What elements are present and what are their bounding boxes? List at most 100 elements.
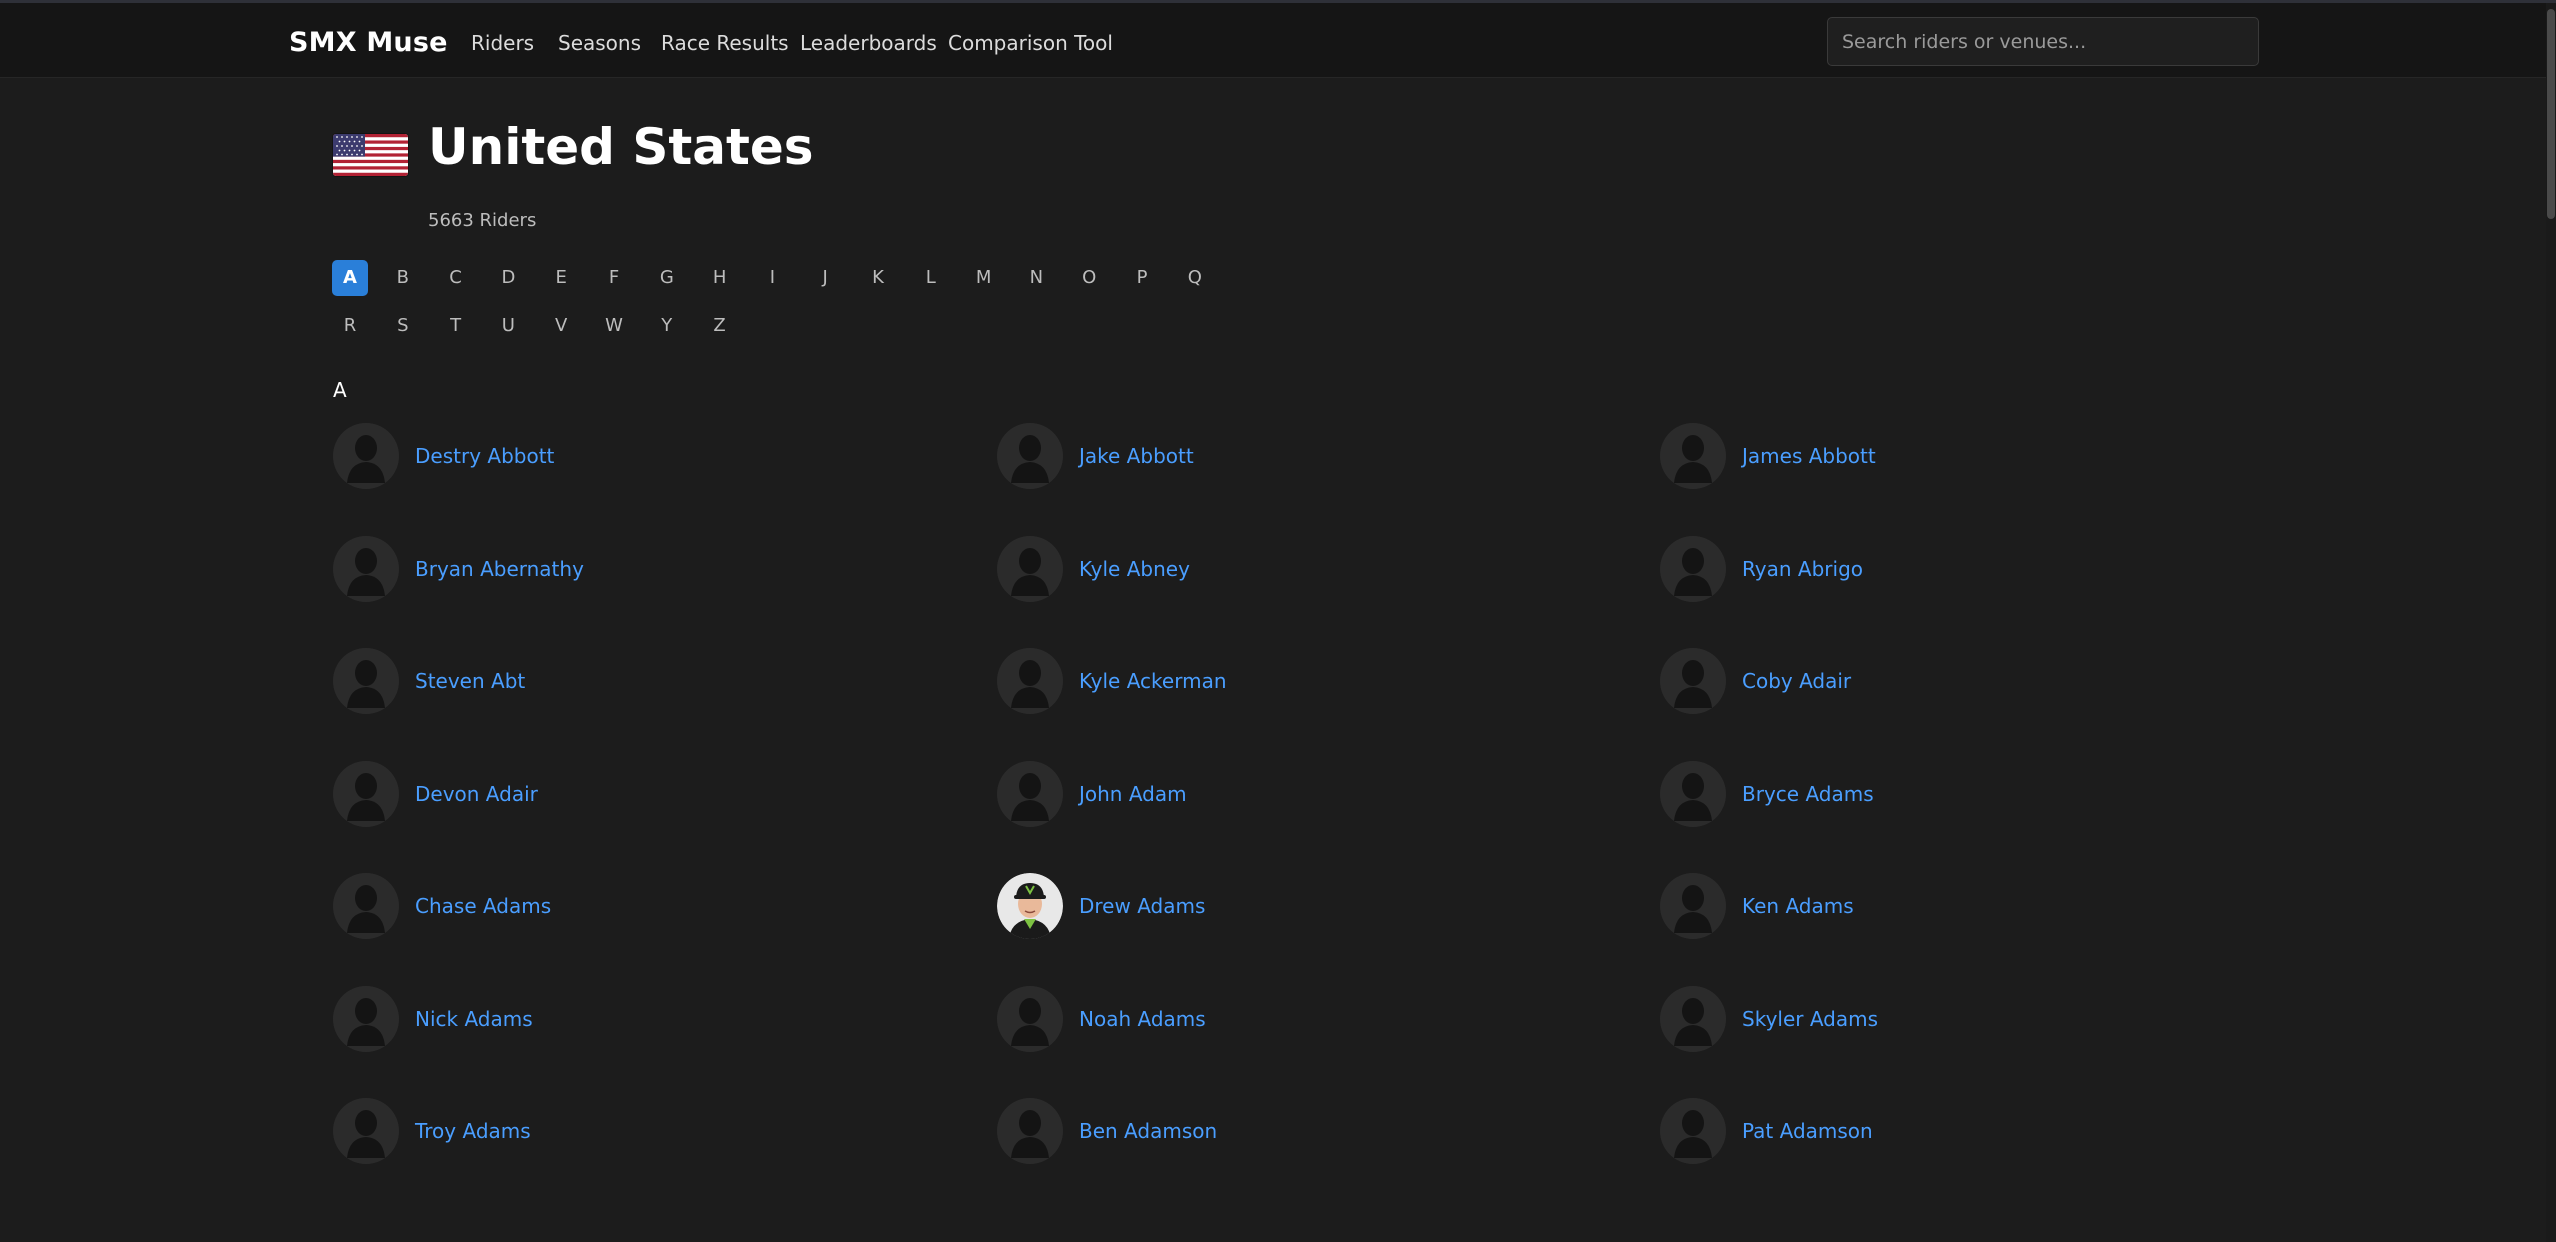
page-title: United States — [428, 118, 814, 176]
letter-filter-s[interactable]: S — [385, 308, 421, 344]
rider-link[interactable]: Kyle Ackerman — [997, 648, 1227, 714]
rider-link[interactable]: Troy Adams — [333, 1098, 531, 1164]
letter-filter-o[interactable]: O — [1071, 260, 1107, 296]
rider-link[interactable]: Ken Adams — [1660, 873, 1854, 939]
nav-riders[interactable]: Riders — [471, 31, 534, 55]
rider-link[interactable]: James Abbott — [1660, 423, 1876, 489]
rider-link[interactable]: Coby Adair — [1660, 648, 1851, 714]
letter-filter-w[interactable]: W — [596, 308, 632, 344]
rider-avatar-placeholder-icon[interactable] — [1660, 648, 1726, 714]
letter-filter-v[interactable]: V — [543, 308, 579, 344]
rider-avatar-placeholder-icon[interactable] — [333, 1098, 399, 1164]
rider-name[interactable]: Bryce Adams — [1742, 782, 1874, 806]
rider-link[interactable]: Kyle Abney — [997, 535, 1190, 602]
rider-avatar-placeholder-icon[interactable] — [333, 760, 399, 827]
letter-filter-z[interactable]: Z — [702, 308, 738, 344]
rider-name[interactable]: Kyle Abney — [1079, 557, 1190, 581]
rider-link[interactable]: Chase Adams — [333, 873, 551, 939]
rider-name[interactable]: Ryan Abrigo — [1742, 557, 1863, 581]
rider-link[interactable]: Nick Adams — [333, 985, 533, 1052]
letter-filter-e[interactable]: E — [543, 260, 579, 296]
nav-leaderboards[interactable]: Leaderboards — [800, 31, 937, 55]
rider-name[interactable]: Chase Adams — [415, 894, 551, 918]
rider-name[interactable]: Jake Abbott — [1079, 444, 1194, 468]
letter-filter-t[interactable]: T — [438, 308, 474, 344]
rider-name[interactable]: Troy Adams — [415, 1119, 531, 1143]
rider-avatar-placeholder-icon[interactable] — [997, 1098, 1063, 1164]
rider-name[interactable]: Devon Adair — [415, 782, 538, 806]
rider-link[interactable]: Steven Abt — [333, 648, 525, 714]
letter-filter-n[interactable]: N — [1018, 260, 1054, 296]
letter-filter-f[interactable]: F — [596, 260, 632, 296]
letter-filter-j[interactable]: J — [807, 260, 843, 296]
letter-filter-g[interactable]: G — [649, 260, 685, 296]
rider-link[interactable]: Pat Adamson — [1660, 1098, 1873, 1164]
us-flag-icon — [333, 134, 408, 176]
rider-avatar-placeholder-icon[interactable] — [997, 423, 1063, 489]
rider-avatar-placeholder-icon[interactable] — [1660, 760, 1726, 827]
brand-logo[interactable]: SMX Muse — [289, 27, 448, 58]
rider-link[interactable]: John Adam — [997, 760, 1187, 827]
rider-name[interactable]: Ken Adams — [1742, 894, 1854, 918]
rider-avatar-placeholder-icon[interactable] — [333, 535, 399, 602]
rider-link[interactable]: Ryan Abrigo — [1660, 535, 1863, 602]
rider-photo[interactable] — [997, 873, 1063, 939]
rider-avatar-placeholder-icon[interactable] — [997, 985, 1063, 1052]
rider-link[interactable]: Skyler Adams — [1660, 985, 1878, 1052]
rider-avatar-placeholder-icon[interactable] — [1660, 985, 1726, 1052]
rider-link[interactable]: Drew Adams — [997, 873, 1205, 939]
rider-link[interactable]: Ben Adamson — [997, 1098, 1217, 1164]
letter-filter-r[interactable]: R — [332, 308, 368, 344]
letter-filter-d[interactable]: D — [490, 260, 526, 296]
rider-avatar-placeholder-icon[interactable] — [1660, 873, 1726, 939]
rider-avatar-placeholder-icon[interactable] — [997, 648, 1063, 714]
letter-filter-k[interactable]: K — [860, 260, 896, 296]
letter-filter-h[interactable]: H — [702, 260, 738, 296]
letter-filter-b[interactable]: B — [385, 260, 421, 296]
letter-filter-q[interactable]: Q — [1177, 260, 1213, 296]
rider-name[interactable]: Kyle Ackerman — [1079, 669, 1227, 693]
page-scrollbar[interactable] — [2546, 3, 2556, 1242]
rider-name[interactable]: Pat Adamson — [1742, 1119, 1873, 1143]
letter-filter-c[interactable]: C — [438, 260, 474, 296]
letter-filter-u[interactable]: U — [490, 308, 526, 344]
rider-avatar-placeholder-icon[interactable] — [1660, 1098, 1726, 1164]
rider-link[interactable]: Jake Abbott — [997, 423, 1194, 489]
nav-race-results[interactable]: Race Results — [661, 31, 789, 55]
rider-name[interactable]: Nick Adams — [415, 1007, 533, 1031]
rider-avatar-placeholder-icon[interactable] — [997, 535, 1063, 602]
rider-name[interactable]: John Adam — [1079, 782, 1187, 806]
rider-name[interactable]: Drew Adams — [1079, 894, 1205, 918]
letter-filter-p[interactable]: P — [1124, 260, 1160, 296]
rider-link[interactable]: Destry Abbott — [333, 423, 554, 489]
letter-filter-a[interactable]: A — [332, 260, 368, 296]
scrollbar-thumb[interactable] — [2547, 9, 2555, 219]
rider-name[interactable]: Destry Abbott — [415, 444, 554, 468]
rider-link[interactable]: Bryce Adams — [1660, 760, 1874, 827]
rider-name[interactable]: Coby Adair — [1742, 669, 1851, 693]
rider-link[interactable]: Devon Adair — [333, 760, 538, 827]
navbar: SMX Muse Riders Seasons Race Results Lea… — [0, 3, 2556, 78]
letter-filter-y[interactable]: Y — [649, 308, 685, 344]
nav-comparison-tool[interactable]: Comparison Tool — [948, 31, 1113, 55]
rider-avatar-placeholder-icon[interactable] — [333, 648, 399, 714]
rider-avatar-placeholder-icon[interactable] — [333, 873, 399, 939]
rider-name[interactable]: Noah Adams — [1079, 1007, 1206, 1031]
rider-name[interactable]: James Abbott — [1742, 444, 1876, 468]
search-input[interactable] — [1827, 17, 2259, 66]
rider-name[interactable]: Steven Abt — [415, 669, 525, 693]
rider-name[interactable]: Bryan Abernathy — [415, 557, 584, 581]
rider-avatar-placeholder-icon[interactable] — [997, 760, 1063, 827]
letter-filter-i[interactable]: I — [754, 260, 790, 296]
rider-avatar-placeholder-icon[interactable] — [1660, 535, 1726, 602]
rider-name[interactable]: Skyler Adams — [1742, 1007, 1878, 1031]
letter-filter-l[interactable]: L — [913, 260, 949, 296]
rider-name[interactable]: Ben Adamson — [1079, 1119, 1217, 1143]
rider-avatar-placeholder-icon[interactable] — [333, 423, 399, 489]
rider-avatar-placeholder-icon[interactable] — [1660, 423, 1726, 489]
rider-link[interactable]: Bryan Abernathy — [333, 535, 584, 602]
rider-link[interactable]: Noah Adams — [997, 985, 1206, 1052]
rider-avatar-placeholder-icon[interactable] — [333, 985, 399, 1052]
letter-filter-m[interactable]: M — [966, 260, 1002, 296]
nav-seasons[interactable]: Seasons — [558, 31, 641, 55]
